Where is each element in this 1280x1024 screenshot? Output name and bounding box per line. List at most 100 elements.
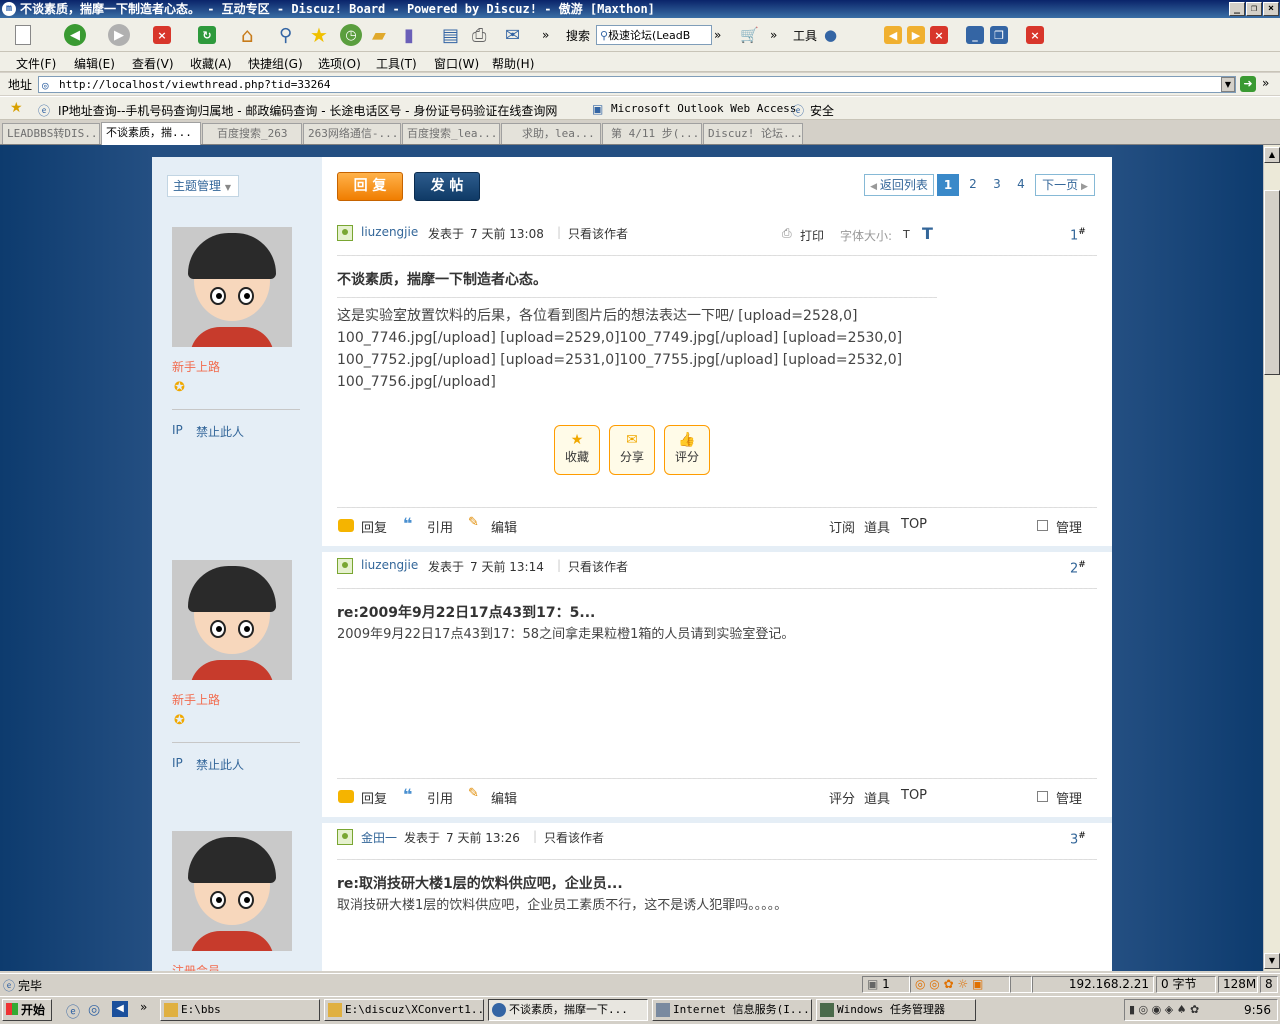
tab-baidu-lea[interactable]: 百度搜索_lea... — [402, 123, 500, 144]
font-large-button[interactable]: T — [922, 224, 933, 243]
only-author-link[interactable]: 只看该作者 — [568, 558, 628, 575]
tab-step-4-11[interactable]: 第 4/11 步(... — [602, 123, 702, 144]
manage-checkbox[interactable] — [1037, 791, 1048, 802]
quote-link[interactable]: 引用 — [427, 788, 453, 807]
manage-checkbox[interactable] — [1037, 520, 1048, 531]
tray-icons[interactable]: ▮ ◎ ◉ ◈ ♠ ✿ — [1129, 1003, 1199, 1016]
search-more-chevron-icon[interactable]: » — [714, 23, 721, 47]
next-tab-button[interactable]: ▶ — [907, 23, 925, 47]
task-maxthon-thread[interactable]: 不谈素质，揣摩一下... — [488, 999, 648, 1021]
tools-link[interactable]: 道具 — [864, 517, 890, 536]
folder-icon[interactable]: ▰ — [372, 23, 386, 47]
stop-button[interactable]: × — [153, 23, 171, 47]
task-discuz-folder[interactable]: E:\discuz\XConvert1... — [324, 999, 484, 1021]
share-post-button[interactable]: ✉ 分享 — [609, 425, 655, 475]
show-desktop-icon[interactable]: ◀ — [112, 1001, 128, 1017]
menu-favorites[interactable]: 收藏(A) — [190, 55, 232, 72]
top-link[interactable]: TOP — [901, 517, 927, 532]
prev-tab-button[interactable]: ◀ — [884, 23, 902, 47]
restore-button[interactable]: ❐ — [1246, 2, 1262, 16]
address-dropdown-chevron-icon[interactable]: ▼ — [1221, 77, 1235, 92]
address-input[interactable]: ◎ http://localhost/viewthread.php?tid=33… — [38, 76, 1236, 93]
refresh-button[interactable]: ↻ — [198, 23, 216, 47]
scroll-thumb[interactable] — [1264, 190, 1280, 375]
rate-link[interactable]: 评分 — [829, 788, 855, 807]
favorite-post-button[interactable]: ★ 收藏 — [554, 425, 600, 475]
task-iis[interactable]: Internet 信息服务(I... — [652, 999, 812, 1021]
back-to-list-button[interactable]: ◀ 返回列表 — [864, 174, 934, 196]
minimize-tab-button[interactable]: _ — [966, 23, 984, 47]
tools-label[interactable]: 工具 — [793, 23, 817, 47]
rate-post-button[interactable]: 👍 评分 — [664, 425, 710, 475]
favorite-link-security[interactable]: 安全 — [810, 102, 834, 119]
print-link[interactable]: 打印 — [800, 227, 824, 244]
go-button[interactable]: ➜ — [1240, 76, 1256, 92]
subscribe-link[interactable]: 订阅 — [829, 517, 855, 536]
author-name[interactable]: 金田一 — [361, 829, 397, 846]
cart-more-chevron-icon[interactable]: » — [770, 23, 777, 47]
page-4[interactable]: 4 — [1010, 174, 1032, 196]
maxthon-quicklaunch-icon[interactable]: ◎ — [88, 1002, 100, 1018]
reply-link[interactable]: 回复 — [361, 788, 387, 807]
ip-link[interactable]: IP — [172, 756, 183, 770]
vertical-scrollbar[interactable]: ▲ ▼ — [1263, 145, 1280, 971]
start-button[interactable]: 开始 — [2, 999, 52, 1021]
only-author-link[interactable]: 只看该作者 — [568, 225, 628, 242]
page-2[interactable]: 2 — [962, 174, 984, 196]
shopping-cart-icon[interactable]: 🛒 — [740, 23, 759, 47]
tools-link[interactable]: 道具 — [864, 788, 890, 807]
only-author-link[interactable]: 只看该作者 — [544, 829, 604, 846]
tab-leadbbs[interactable]: LEADBBS转DIS... — [2, 123, 100, 144]
history-icon[interactable]: ◷ — [340, 23, 362, 47]
edit-link[interactable]: 编辑 — [491, 788, 517, 807]
user-icon[interactable]: ● — [824, 23, 837, 47]
scroll-up-arrow-icon[interactable]: ▲ — [1264, 147, 1280, 163]
reply-link[interactable]: 回复 — [361, 517, 387, 536]
popup-counter[interactable]: ▣ 1 — [862, 976, 910, 993]
favorites-star-icon[interactable]: ★ — [310, 23, 328, 47]
menu-help[interactable]: 帮助(H) — [492, 55, 534, 72]
favorite-link-outlook[interactable]: Microsoft Outlook Web Access — [611, 102, 796, 115]
search-icon[interactable]: ⚲ — [279, 23, 292, 47]
close-all-tabs-button[interactable]: × — [1026, 23, 1044, 47]
author-name[interactable]: liuzengjie — [361, 225, 418, 239]
topic-manage-dropdown[interactable]: 主题管理 ▼ — [167, 175, 239, 197]
favorites-star-icon[interactable]: ★ — [10, 100, 23, 116]
close-tab-button[interactable]: × — [930, 23, 948, 47]
ip-link[interactable]: IP — [172, 423, 183, 437]
restore-tab-button[interactable]: ❐ — [990, 23, 1008, 47]
favorite-link-ip[interactable]: IP地址查询--手机号码查询归属地 - 邮政编码查询 - 长途电话区号 - 身份… — [58, 102, 557, 119]
close-button[interactable]: × — [1263, 2, 1279, 16]
menu-edit[interactable]: 编辑(E) — [74, 55, 115, 72]
author-name[interactable]: liuzengjie — [361, 558, 418, 572]
menu-groups[interactable]: 快捷组(G) — [248, 55, 303, 72]
scroll-down-arrow-icon[interactable]: ▼ — [1264, 953, 1280, 969]
ie-quicklaunch-icon[interactable]: ⓔ — [66, 1002, 80, 1022]
quicklaunch-more-chevron-icon[interactable]: » — [140, 1000, 147, 1014]
book-icon[interactable]: ▮ — [404, 23, 414, 47]
address-more-chevron-icon[interactable]: » — [1262, 76, 1269, 90]
edit-link[interactable]: 编辑 — [491, 517, 517, 536]
reply-button[interactable]: 回 复 — [337, 172, 403, 201]
tab-help-lea[interactable]: 求助，lea... — [501, 123, 601, 144]
new-page-icon[interactable] — [12, 23, 34, 47]
next-page-button[interactable]: 下一页 ▶ — [1035, 174, 1095, 196]
home-icon[interactable]: ⌂ — [241, 23, 254, 47]
back-button[interactable]: ◀ — [64, 23, 86, 47]
tab-current-thread[interactable]: 不谈素质，揣... — [101, 122, 201, 145]
forward-button[interactable]: ▶ — [108, 23, 130, 47]
menu-window[interactable]: 窗口(W) — [434, 55, 479, 72]
task-bbs-folder[interactable]: E:\bbs — [160, 999, 320, 1021]
font-small-button[interactable]: T — [903, 228, 910, 241]
toolbar-more-chevron-icon[interactable]: » — [542, 23, 549, 47]
quote-link[interactable]: 引用 — [427, 517, 453, 536]
layout-icon[interactable]: ▤ — [442, 23, 459, 47]
new-post-button[interactable]: 发 帖 — [414, 172, 480, 201]
tab-263-network[interactable]: 263网络通信-... — [303, 123, 401, 144]
status-plugin-icons[interactable]: ◎ ◎ ✿ ☼ ▣ — [910, 976, 1010, 993]
tab-baidu-263[interactable]: 百度搜索_263 — [202, 123, 302, 144]
page-1[interactable]: 1 — [937, 174, 959, 196]
tab-discuz-forum[interactable]: Discuz! 论坛... — [703, 123, 803, 144]
ban-user-link[interactable]: 禁止此人 — [196, 423, 244, 440]
toolbar-search-input[interactable]: ⚲ 极速论坛(LeadB — [596, 25, 712, 45]
